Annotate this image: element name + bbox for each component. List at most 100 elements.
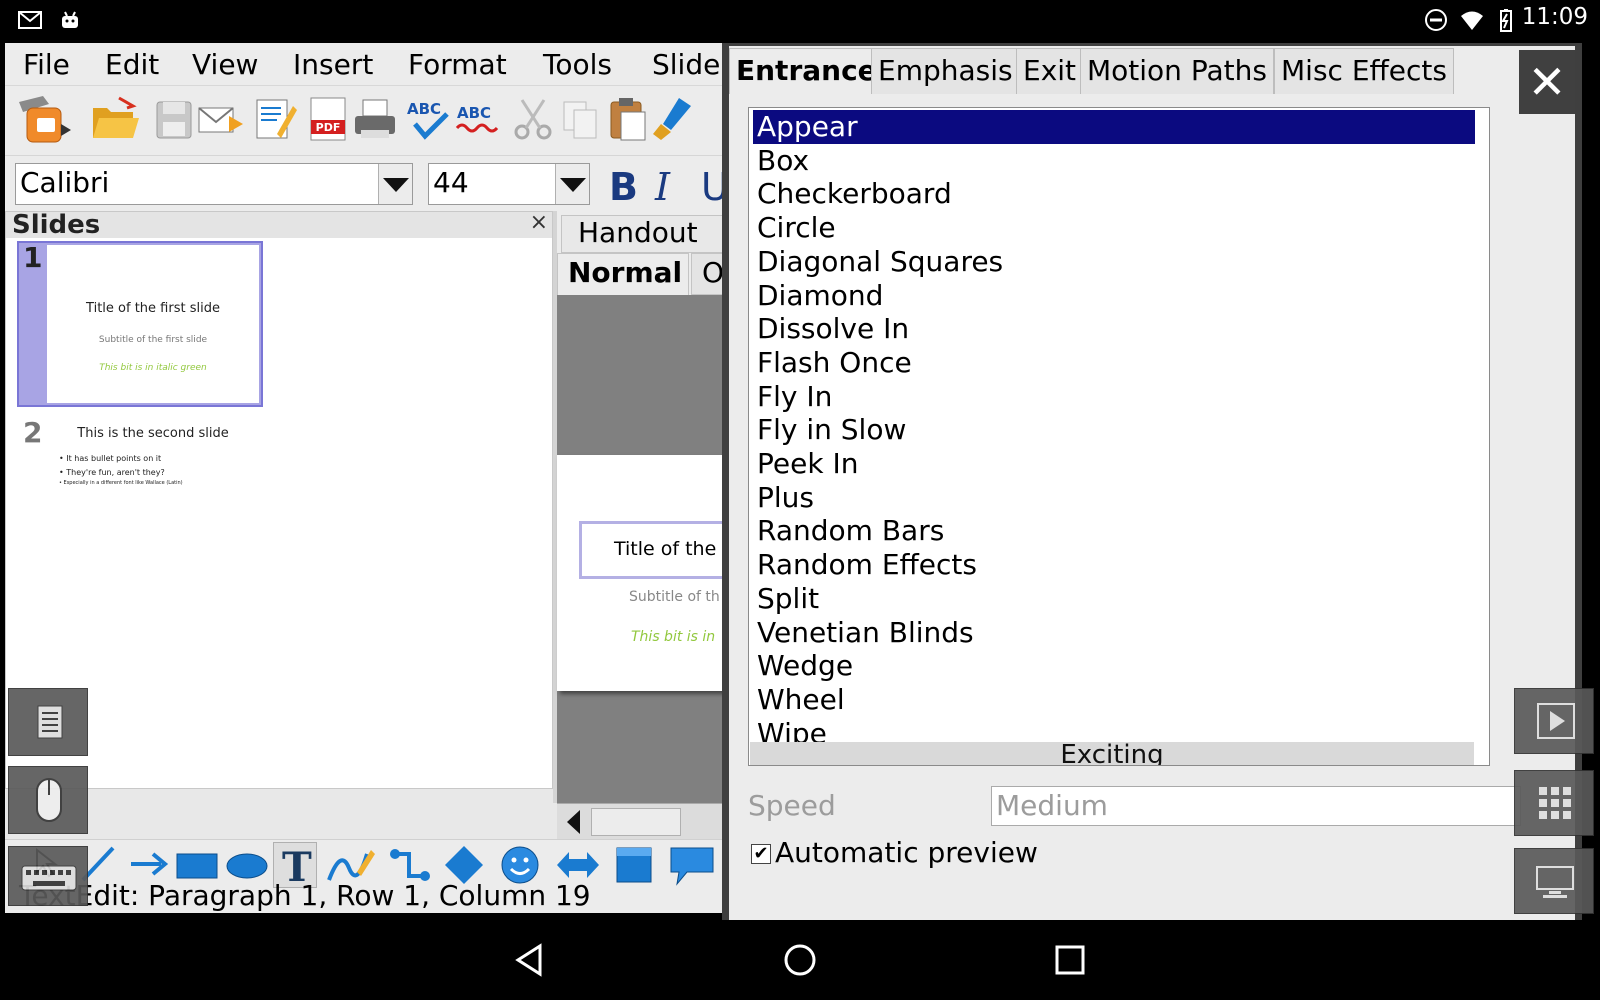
save-icon[interactable] (151, 94, 197, 144)
effects-list[interactable]: Appear Box Checkerboard Circle Diagonal Squa… (748, 107, 1490, 766)
status-bar: TextEdit: Paragraph 1, Row 1, Column 19 (5, 879, 722, 913)
svg-text:ABC: ABC (457, 104, 491, 122)
ellipse-icon[interactable] (225, 848, 269, 882)
slide-title: Title of the (614, 538, 717, 560)
effect-item[interactable]: Diamond (753, 279, 1475, 313)
horizontal-scrollbar[interactable] (557, 803, 722, 839)
current-slide-canvas[interactable]: Title of the Subtitle of th This bit is … (557, 455, 722, 691)
slide-edit-view: Title of the Subtitle of th This bit is … (557, 295, 722, 803)
slide-number: 1 (23, 241, 43, 274)
rectangle-icon[interactable] (175, 848, 219, 882)
tab-exit[interactable]: Exit (1016, 48, 1084, 94)
keypad-button[interactable] (1514, 770, 1594, 836)
italic-icon[interactable]: I (651, 164, 687, 206)
paste-icon[interactable] (605, 94, 651, 144)
tab-misc-effects[interactable]: Misc Effects (1274, 48, 1454, 94)
callouts-icon[interactable] (667, 844, 717, 886)
play-button[interactable] (1514, 688, 1594, 754)
export-pdf-icon[interactable]: PDF (305, 94, 351, 144)
print-icon[interactable] (351, 94, 399, 144)
recents-icon[interactable] (1052, 942, 1088, 978)
play-icon (1537, 703, 1575, 739)
close-button[interactable]: ✕ (1519, 50, 1575, 114)
font-name-combo[interactable]: Calibri (15, 163, 413, 205)
cut-icon[interactable] (510, 94, 556, 144)
slide-extra-text: This bit is in italic green (99, 363, 207, 373)
menu-tools[interactable]: Tools (543, 48, 612, 81)
mouse-mode-button[interactable] (8, 766, 88, 834)
keyboard-button[interactable] (8, 846, 88, 906)
effect-item[interactable]: Random Bars (753, 514, 1475, 548)
svg-text:B: B (609, 165, 638, 206)
display-button[interactable] (1514, 848, 1594, 914)
chevron-down-icon[interactable] (378, 164, 412, 204)
svg-text:PDF: PDF (316, 121, 341, 134)
email-document-icon[interactable] (195, 94, 247, 144)
back-icon[interactable] (512, 942, 548, 978)
effect-item[interactable]: Dissolve In (753, 312, 1475, 346)
flowchart-icon[interactable] (613, 844, 655, 886)
line-arrow-icon[interactable] (129, 844, 169, 884)
menu-format[interactable]: Format (408, 48, 507, 81)
speed-combo[interactable]: Medium (991, 786, 1521, 826)
android-icon (62, 11, 78, 28)
tab-normal[interactable]: Normal (557, 253, 689, 295)
slide-title: Title of the first slide (86, 301, 220, 316)
menu-insert[interactable]: Insert (293, 48, 373, 81)
android-navigation-bar (0, 920, 1600, 1000)
scroll-thumb[interactable] (591, 808, 681, 836)
chevron-down-icon[interactable] (555, 164, 589, 204)
bold-icon[interactable]: B (605, 164, 641, 206)
scroll-left-icon[interactable] (561, 808, 587, 836)
edit-file-icon[interactable] (251, 94, 297, 144)
effect-item[interactable]: Random Effects (753, 548, 1475, 582)
effect-item[interactable]: Diagonal Squares (753, 245, 1475, 279)
tab-outline[interactable]: O (691, 253, 722, 295)
copy-icon[interactable] (558, 94, 604, 144)
effect-item[interactable]: Circle (753, 211, 1475, 245)
effect-item[interactable]: Appear (753, 110, 1475, 144)
document-list-button[interactable] (8, 688, 88, 756)
effect-item[interactable]: Venetian Blinds (753, 616, 1475, 650)
slide-title: This is the second slide (77, 426, 229, 441)
automatic-preview-label[interactable]: Automatic preview (775, 836, 1038, 869)
wifi-icon (1461, 11, 1483, 30)
open-folder-icon[interactable] (89, 94, 143, 144)
close-icon[interactable]: × (530, 210, 548, 235)
menu-slide[interactable]: Slide (652, 48, 720, 81)
effect-item[interactable]: Plus (753, 481, 1475, 515)
slide-thumbnail-1[interactable]: 1 Title of the first slide Subtitle of t… (17, 241, 263, 407)
slides-pane-title: Slides (12, 210, 101, 240)
effect-item[interactable]: Fly In (753, 380, 1475, 414)
speed-value: Medium (996, 789, 1108, 822)
effect-item[interactable]: Split (753, 582, 1475, 616)
connector-icon[interactable] (387, 844, 433, 884)
effect-item[interactable]: Wheel (753, 683, 1475, 717)
automatic-preview-checkbox[interactable]: ✔ (751, 844, 771, 864)
menu-edit[interactable]: Edit (105, 48, 159, 81)
menu-view[interactable]: View (192, 48, 258, 81)
effect-item[interactable]: Peek In (753, 447, 1475, 481)
slide-thumbnail-2[interactable]: 2 This is the second slide • It has bull… (17, 414, 263, 514)
speed-label: Speed (748, 789, 836, 822)
new-presentation-icon[interactable] (13, 94, 75, 144)
effect-item[interactable]: Flash Once (753, 346, 1475, 380)
tab-entrance[interactable]: Entrance (729, 48, 884, 94)
clone-formatting-icon[interactable] (651, 94, 697, 144)
font-size-combo[interactable]: 44 (428, 163, 590, 205)
menu-file[interactable]: File (23, 48, 70, 81)
effect-item[interactable]: Fly in Slow (753, 413, 1475, 447)
auto-spellcheck-icon[interactable]: ABC (455, 94, 501, 144)
title-placeholder[interactable]: Title of the (579, 521, 722, 579)
home-icon[interactable] (782, 942, 818, 978)
effect-item[interactable]: Box (753, 144, 1475, 178)
spellcheck-icon[interactable]: ABC (405, 94, 451, 144)
tab-handout[interactable]: Handout (561, 215, 722, 253)
curve-icon[interactable] (327, 844, 375, 884)
tab-emphasis[interactable]: Emphasis (871, 48, 1020, 94)
tab-motion-paths[interactable]: Motion Paths (1080, 48, 1274, 94)
effect-item[interactable]: Checkerboard (753, 177, 1475, 211)
menu-bar: File Edit View Insert Format Tools Slide (5, 43, 722, 85)
underline-icon[interactable]: U (699, 164, 722, 206)
effect-item[interactable]: Wedge (753, 649, 1475, 683)
